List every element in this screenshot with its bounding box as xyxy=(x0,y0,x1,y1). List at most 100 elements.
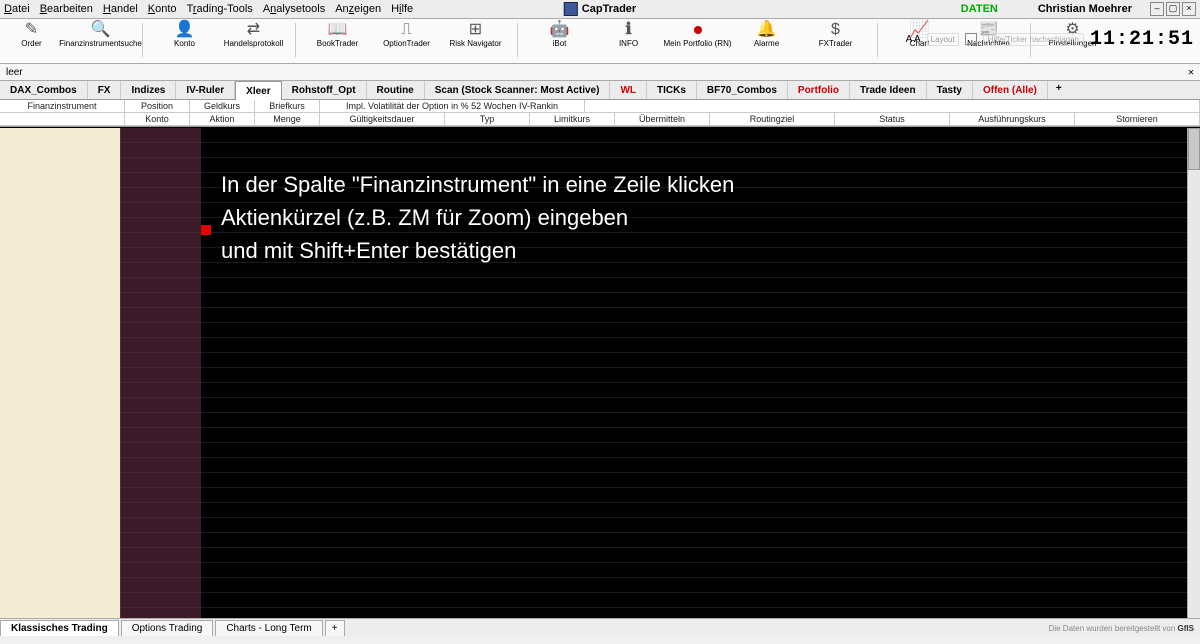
grid-icon: ⊞ xyxy=(469,21,482,39)
options-icon: ⎍ xyxy=(401,21,412,39)
tb-optiontrader[interactable]: ⎍OptionTrader xyxy=(379,21,434,48)
btab-charts-long-term[interactable]: Charts - Long Term xyxy=(215,620,322,636)
grid-col-finanzinstrument[interactable] xyxy=(0,128,121,618)
tb-handelsprotokoll[interactable]: ⇄Handelsprotokoll xyxy=(226,21,281,48)
col-impl-vola[interactable]: Impl. Volatilität der Option in % 52 Woc… xyxy=(320,100,585,113)
tab-xleer[interactable]: Xleer xyxy=(235,81,281,100)
col-geldkurs[interactable]: Geldkurs xyxy=(190,100,255,113)
col-typ[interactable]: Typ xyxy=(445,113,530,126)
menu-trading-tools[interactable]: Trading-Tools xyxy=(187,3,253,15)
instruction-overlay: In der Spalte "Finanzinstrument" in eine… xyxy=(221,168,734,267)
tb-risk-navigator[interactable]: ⊞Risk Navigator xyxy=(448,21,503,48)
main-toolbar: ✎Order 🔍Finanzinstrumentsuche 👤Konto ⇄Ha… xyxy=(0,19,1200,64)
menu-bearbeiten[interactable]: Bearbeiten xyxy=(40,3,93,15)
tab-add-button[interactable]: + xyxy=(1048,81,1070,99)
tb-mein-portfolio[interactable]: Mein Portfolio (RN) xyxy=(670,21,725,48)
pencil-icon: ✎ xyxy=(25,21,38,39)
maximize-icon[interactable]: ▢ xyxy=(1166,2,1180,16)
app-title: CapTrader xyxy=(564,2,636,16)
bell-icon: 🔔 xyxy=(757,21,777,39)
panel-close-icon[interactable]: ✕ xyxy=(1188,67,1194,78)
font-size-control[interactable]: A A xyxy=(906,34,921,45)
menu-konto[interactable]: Konto xyxy=(148,3,177,15)
col-uebermitteln[interactable]: Übermitteln xyxy=(615,113,710,126)
btab-add-button[interactable]: + xyxy=(325,620,345,636)
btab-klassisches-trading[interactable]: Klassisches Trading xyxy=(0,620,119,636)
footer-credit: Die Daten wurden bereitgestellt von GfIS xyxy=(1049,624,1194,633)
col-routingziel[interactable]: Routingziel xyxy=(710,113,835,126)
menu-datei[interactable]: Datei xyxy=(4,3,30,15)
tab-wl[interactable]: WL xyxy=(610,81,647,99)
dot-icon xyxy=(694,21,702,39)
book-icon: 📖 xyxy=(328,21,348,39)
tab-fx[interactable]: FX xyxy=(88,81,122,99)
close-icon[interactable]: × xyxy=(1182,2,1196,16)
tb-ibot[interactable]: 🤖iBot xyxy=(532,21,587,48)
instruction-line-2: Aktienkürzel (z.B. ZM für Zoom) eingeben xyxy=(221,201,734,234)
instruction-line-1: In der Spalte "Finanzinstrument" in eine… xyxy=(221,168,734,201)
info-icon: ℹ xyxy=(625,21,631,39)
col-position[interactable]: Position xyxy=(125,100,190,113)
user-icon: 👤 xyxy=(175,21,195,39)
tb-alarme[interactable]: 🔔Alarme xyxy=(739,21,794,48)
grid-col-position[interactable] xyxy=(121,128,201,618)
col-briefkurs[interactable]: Briefkurs xyxy=(255,100,320,113)
tb-booktrader[interactable]: 📖BookTrader xyxy=(310,21,365,48)
tb-info[interactable]: ℹINFO xyxy=(601,21,656,48)
tb-order[interactable]: ✎Order xyxy=(4,21,59,48)
grid-header: Finanzinstrument Position Geldkurs Brief… xyxy=(0,100,1200,127)
help-search-input[interactable]: Hilfe/Ticker nachschlagen xyxy=(983,33,1084,46)
menu-bar: Datei Bearbeiten Handel Konto Trading-To… xyxy=(0,0,1200,19)
tb-instrument-search[interactable]: 🔍Finanzinstrumentsuche xyxy=(73,21,128,48)
menu-analysetools[interactable]: Analysetools xyxy=(263,3,325,15)
grid-body: In der Spalte "Finanzinstrument" in eine… xyxy=(0,127,1200,618)
robot-icon: 🤖 xyxy=(550,21,570,39)
col-gueltigkeitsdauer[interactable]: Gültigkeitsdauer xyxy=(320,113,445,126)
search-icon: 🔍 xyxy=(91,21,111,39)
arrow-icon xyxy=(201,218,211,242)
tab-dax-combos[interactable]: DAX_Combos xyxy=(0,81,88,99)
menu-handel[interactable]: Handel xyxy=(103,3,138,15)
scrollbar-thumb[interactable] xyxy=(1188,128,1200,170)
tab-portfolio[interactable]: Portfolio xyxy=(788,81,850,99)
instruction-line-3: und mit Shift+Enter bestätigen xyxy=(221,234,734,267)
dollar-icon: $ xyxy=(831,21,840,39)
tab-iv-ruler[interactable]: IV-Ruler xyxy=(176,81,235,99)
col-aktion[interactable]: Aktion xyxy=(190,113,255,126)
menu-hilfe[interactable]: Hilfe xyxy=(391,3,413,15)
tab-offen-alle[interactable]: Offen (Alle) xyxy=(973,81,1048,99)
btab-options-trading[interactable]: Options Trading xyxy=(121,620,214,636)
layout-chip[interactable]: Layout xyxy=(927,33,959,46)
tab-scan[interactable]: Scan (Stock Scanner: Most Active) xyxy=(425,81,611,99)
tab-indizes[interactable]: Indizes xyxy=(121,81,176,99)
vertical-scrollbar[interactable] xyxy=(1187,128,1200,618)
panel-title-bar: leer ✕ xyxy=(0,64,1200,81)
panel-title: leer xyxy=(6,67,23,78)
app-icon xyxy=(564,2,578,16)
col-finanzinstrument[interactable]: Finanzinstrument xyxy=(0,100,125,113)
tab-ticks[interactable]: TICKs xyxy=(647,81,697,99)
minimize-icon[interactable]: – xyxy=(1150,2,1164,16)
window-buttons: – ▢ × xyxy=(1150,2,1196,16)
lock-icon[interactable] xyxy=(965,33,977,45)
tab-trade-ideen[interactable]: Trade Ideen xyxy=(850,81,927,99)
tb-konto[interactable]: 👤Konto xyxy=(157,21,212,48)
col-konto[interactable]: Konto xyxy=(125,113,190,126)
col-status[interactable]: Status xyxy=(835,113,950,126)
app-title-text: CapTrader xyxy=(582,3,636,15)
data-status: DATEN xyxy=(961,3,998,15)
tab-rohstoff-opt[interactable]: Rohstoff_Opt xyxy=(282,81,367,99)
menu-anzeigen[interactable]: Anzeigen xyxy=(335,3,381,15)
bottom-tab-bar: Klassisches Trading Options Trading Char… xyxy=(0,618,1200,637)
col-limitkurs[interactable]: Limitkurs xyxy=(530,113,615,126)
col-menge[interactable]: Menge xyxy=(255,113,320,126)
clock: 11:21:51 xyxy=(1090,28,1194,51)
col-stornieren[interactable]: Stornieren xyxy=(1075,113,1200,126)
tab-tasty[interactable]: Tasty xyxy=(927,81,973,99)
col-ausfuehrungskurs[interactable]: Ausführungskurs xyxy=(950,113,1075,126)
grid-main-area[interactable]: In der Spalte "Finanzinstrument" in eine… xyxy=(201,128,1187,618)
tb-fxtrader[interactable]: $FXTrader xyxy=(808,21,863,48)
tab-routine[interactable]: Routine xyxy=(367,81,425,99)
tab-bf70-combos[interactable]: BF70_Combos xyxy=(697,81,788,99)
workspace-tabs: DAX_Combos FX Indizes IV-Ruler Xleer Roh… xyxy=(0,81,1200,100)
